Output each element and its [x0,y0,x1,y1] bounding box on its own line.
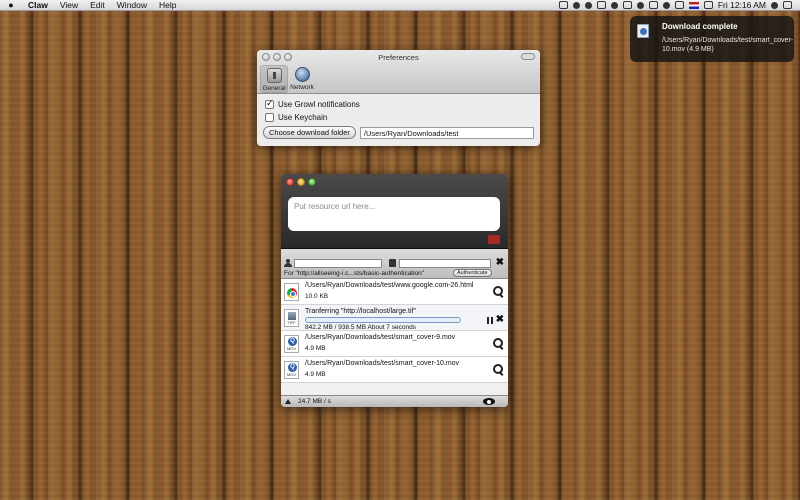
notification-list-icon[interactable] [783,1,792,9]
mov-file-icon [284,335,299,353]
chrome-file-icon [284,283,299,301]
download-folder-field[interactable]: /Users/Ryan/Downloads/test [359,126,534,139]
volume-status-icon[interactable] [596,1,606,9]
preferences-titlebar[interactable]: Preferences General Network [257,50,540,94]
time-machine-status-icon[interactable] [636,1,644,9]
menu-bar: ● Claw View Edit Window Help Fri 12:16 A… [0,0,800,11]
preferences-title: Preferences [378,53,419,62]
display-status-icon[interactable] [622,1,632,9]
download-size: 10.0 KB [305,293,329,300]
network-icon [294,67,310,82]
tab-general[interactable]: General [260,65,288,93]
keychain-label: Use Keychain [278,113,328,122]
password-field[interactable] [399,259,491,268]
reveal-magnifier-icon[interactable] [493,286,504,297]
claw-window: Put resource url here... ✖ For "http://a… [281,174,508,407]
download-progress-bar [305,317,461,323]
list-item[interactable]: /Users/Ryan/Downloads/test/smart_cover-9… [281,331,508,357]
menu-edit[interactable]: Edit [84,0,111,10]
apple-menu-icon[interactable]: ● [0,0,22,10]
evernote-status-icon[interactable] [572,1,580,9]
tab-general-label: General [262,85,286,92]
download-path: Tranferring "http://localhost/large.tif" [305,308,416,315]
download-go-button[interactable] [488,235,500,244]
download-path: /Users/Ryan/Downloads/test/www.google.co… [305,282,474,289]
zoom-button[interactable] [308,178,316,186]
toolbar-toggle-button[interactable] [521,53,535,60]
status-menus: Fri 12:16 AM [558,0,800,10]
preferences-general-pane: Use Growl notifications Use Keychain Cho… [257,94,540,143]
growl-label: Use Growl notifications [278,100,360,109]
auth-for-text: For "http://allseeing-i.c...sts/basic-au… [284,270,425,277]
user-icon [284,259,292,267]
growl-option[interactable]: Use Growl notifications [265,98,534,111]
notification-text: /Users/Ryan/Downloads/test/smart_cover-1… [662,37,794,53]
menu-help[interactable]: Help [153,0,182,10]
wifi-status-icon[interactable] [662,1,670,9]
username-field[interactable] [294,259,382,268]
sync-status-icon[interactable] [610,1,618,9]
download-size: 4.9 MB [305,345,326,352]
download-list: /Users/Ryan/Downloads/test/www.google.co… [281,279,508,383]
reveal-magnifier-icon[interactable] [493,338,504,349]
list-item[interactable]: /Users/Ryan/Downloads/test/smart_cover-1… [281,357,508,383]
notification-title: Download complete [662,22,738,31]
tiff-file-icon [284,309,299,327]
auth-bar: ✖ For "http://allseeing-i.c...sts/basic-… [281,249,508,279]
lock-icon [389,259,396,267]
input-source-flag-icon[interactable] [688,1,699,9]
minimize-button[interactable] [297,178,305,186]
eye-icon[interactable] [483,398,495,405]
url-input[interactable]: Put resource url here... [288,197,500,231]
download-speed: 24.7 MB / s [298,398,331,405]
download-path: /Users/Ryan/Downloads/test/smart_cover-9… [305,334,456,341]
cancel-download-icon[interactable]: ✖ [496,314,504,325]
list-item[interactable]: Tranferring "http://localhost/large.tif"… [281,305,508,331]
choose-download-folder-button[interactable]: Choose download folder [263,126,356,139]
close-auth-icon[interactable]: ✖ [496,257,504,268]
authenticate-button[interactable]: Authenticate [453,269,492,277]
battery-status-icon[interactable] [703,1,713,9]
app-menu[interactable]: Claw [22,0,54,10]
claw-header[interactable]: Put resource url here... [281,174,508,249]
download-status: 842.2 MB / 938.5 MB About 7 seconds [305,324,416,331]
menu-window[interactable]: Window [111,0,153,10]
close-button[interactable] [286,178,294,186]
growl-notification[interactable]: Download complete /Users/Ryan/Downloads/… [630,16,794,62]
download-size: 4.9 MB [305,371,326,378]
quicktime-file-icon [637,24,649,38]
mov-file-icon [284,361,299,379]
download-folder-row: Choose download folder /Users/Ryan/Downl… [263,126,534,139]
download-path: /Users/Ryan/Downloads/test/smart_cover-1… [305,360,460,367]
sound-status-icon[interactable] [674,1,684,9]
bluetooth-status-icon[interactable] [648,1,658,9]
list-item[interactable]: /Users/Ryan/Downloads/test/www.google.co… [281,279,508,305]
dropbox-status-icon[interactable] [558,1,568,9]
tab-network-label: Network [290,84,314,91]
cloud-status-icon[interactable] [584,1,592,9]
menu-view[interactable]: View [54,0,84,10]
menu-clock[interactable]: Fri 12:16 AM [718,0,766,10]
reveal-magnifier-icon[interactable] [493,364,504,375]
tab-network[interactable]: Network [288,65,316,91]
pause-icon[interactable] [487,317,493,324]
general-icon [266,68,282,83]
upload-arrow-icon[interactable] [285,399,291,404]
keychain-option[interactable]: Use Keychain [265,111,534,124]
status-bar: 24.7 MB / s [281,395,508,407]
spotlight-search-icon[interactable] [771,1,778,9]
preferences-window: Preferences General Network Use Growl no… [257,50,540,146]
growl-checkbox[interactable] [265,98,274,109]
keychain-checkbox[interactable] [265,113,274,122]
